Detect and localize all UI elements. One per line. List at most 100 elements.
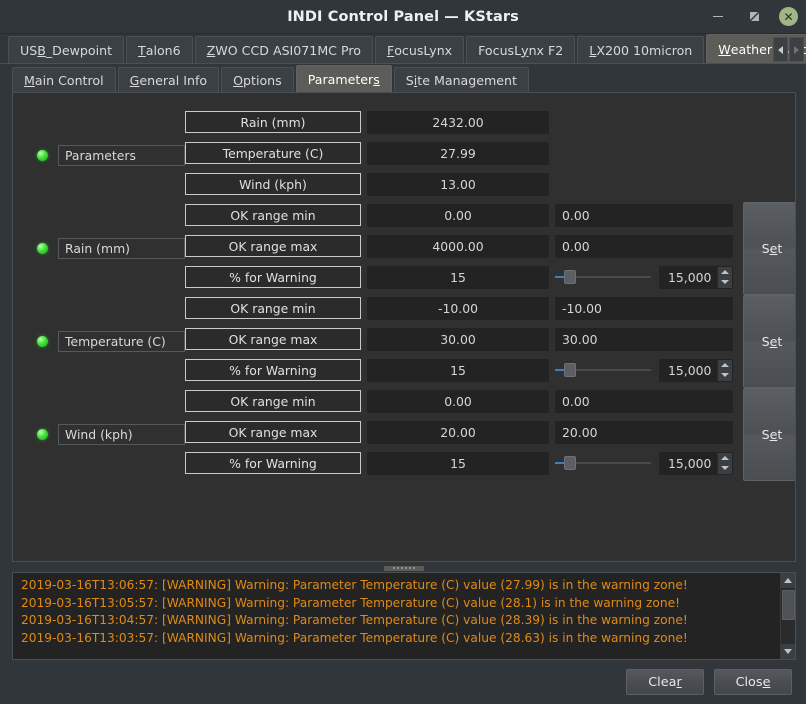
- log-line: 2019-03-16T13:03:57: [WARNING] Warning: …: [21, 630, 688, 645]
- parameter-value: 0.00: [367, 203, 549, 227]
- warning-percent-control: 15,000: [555, 265, 733, 289]
- clear-button[interactable]: Clea r: [626, 669, 704, 695]
- log-message-list[interactable]: 2019-03-16T13:06:57: [WARNING] Warning: …: [13, 573, 780, 659]
- group-rows: OK range min 0.00 0.00 OK range max 20.00 20.…: [185, 388, 733, 481]
- status-led-icon: [37, 243, 48, 254]
- property-tab-3[interactable]: Parameter s: [295, 65, 392, 92]
- parameter-input[interactable]: 30.00: [555, 327, 733, 351]
- set-button[interactable]: Set: [743, 202, 795, 295]
- parameter-value: 30.00: [367, 327, 549, 351]
- group-rows: OK range min -10.00 -10.00 OK range max 30.0…: [185, 295, 733, 388]
- device-tab-bar: US B _Dewpoint Talon6 Z WO CCD ASI071MC Pro Fo…: [0, 34, 806, 64]
- property-tab-2[interactable]: Options: [221, 67, 294, 92]
- parameter-value: 15: [367, 451, 549, 475]
- status-led-icon: [37, 150, 48, 161]
- property-tab-0[interactable]: Main Control: [12, 67, 116, 92]
- parameter-row: Temperature (C) 27.99: [185, 140, 787, 166]
- parameter-input[interactable]: 20.00: [555, 420, 733, 444]
- log-scrollbar-thumb[interactable]: [781, 590, 795, 620]
- log-scrollbar-track[interactable]: [781, 588, 796, 644]
- parameter-row: OK range min 0.00 0.00: [185, 388, 733, 414]
- group-name-label: Wind (kph): [58, 424, 185, 445]
- parameter-value: 27.99: [367, 141, 549, 165]
- parameter-row: % for Warning 15 15,000: [185, 450, 733, 476]
- parameter-value: 0.00: [367, 389, 549, 413]
- set-button[interactable]: Set: [743, 295, 795, 388]
- panel-splitter[interactable]: [12, 564, 796, 572]
- parameter-value: 15: [367, 358, 549, 382]
- warning-percent-slider[interactable]: [555, 268, 651, 286]
- log-scrollbar[interactable]: [780, 573, 795, 659]
- parameter-value: 13.00: [367, 172, 549, 196]
- warning-percent-control: 15,000: [555, 451, 733, 475]
- parameter-row: OK range min -10.00 -10.00: [185, 295, 733, 321]
- status-led-icon: [37, 336, 48, 347]
- close-icon[interactable]: ✕: [779, 7, 798, 26]
- restore-icon[interactable]: [743, 6, 765, 28]
- close-button[interactable]: Clos e: [714, 669, 792, 695]
- group-name-label: Parameters: [58, 145, 185, 166]
- parameter-row: Wind (kph) 13.00: [185, 171, 787, 197]
- property-tab-4[interactable]: Si te Management: [393, 67, 529, 92]
- device-tab-3[interactable]: FocusLynx: [374, 36, 465, 63]
- warning-percent-spinbox[interactable]: 15,000: [659, 265, 733, 289]
- title-bar: INDI Control Panel — KStars ✕: [0, 0, 806, 34]
- parameter-input[interactable]: 0.00: [555, 389, 733, 413]
- parameter-label: Wind (kph): [185, 173, 361, 195]
- parameter-label: OK range max: [185, 421, 361, 443]
- dialog-footer: Clea r Clos e: [0, 660, 806, 704]
- window-title: INDI Control Panel — KStars: [287, 8, 519, 25]
- parameter-label: OK range max: [185, 328, 361, 350]
- parameter-label: Rain (mm): [185, 111, 361, 133]
- scroll-down-icon[interactable]: [780, 644, 795, 659]
- log-line: 2019-03-16T13:04:57: [WARNING] Warning: …: [21, 613, 688, 628]
- log-line: 2019-03-16T13:05:57: [WARNING] Warning: …: [21, 595, 680, 610]
- group-header: Temperature (C): [37, 295, 185, 388]
- warning-percent-spinbox[interactable]: 15,000: [659, 451, 733, 475]
- parameter-groups: Parameters Rain (mm) 2432.00 Temperature (C…: [13, 93, 795, 481]
- parameter-input[interactable]: 0.00: [555, 234, 733, 258]
- parameter-label: OK range min: [185, 297, 361, 319]
- parameter-input[interactable]: -10.00: [555, 296, 733, 320]
- parameter-group: Wind (kph) OK range min 0.00 0.00 OK range m…: [37, 388, 795, 481]
- set-button[interactable]: Set: [743, 388, 795, 481]
- parameter-label: % for Warning: [185, 359, 361, 381]
- device-tab-1[interactable]: Talon6: [126, 36, 193, 63]
- warning-percent-slider[interactable]: [555, 454, 651, 472]
- device-tab-5[interactable]: L X200 10micron: [577, 36, 705, 63]
- spinbox-arrows-icon[interactable]: [717, 266, 732, 288]
- parameter-row: % for Warning 15 15,000: [185, 357, 733, 383]
- group-rows: OK range min 0.00 0.00 OK range max 4000.00 0…: [185, 202, 733, 295]
- parameter-value: 2432.00: [367, 110, 549, 134]
- parameter-input[interactable]: 0.00: [555, 203, 733, 227]
- log-line: 2019-03-16T13:06:57: [WARNING] Warning: …: [21, 578, 688, 592]
- parameter-group: Rain (mm) OK range min 0.00 0.00 OK range ma…: [37, 202, 795, 295]
- spinbox-arrows-icon[interactable]: [717, 452, 732, 474]
- scroll-up-icon[interactable]: [780, 573, 795, 588]
- tab-scroll-left-icon[interactable]: [773, 37, 788, 62]
- parameter-label: OK range min: [185, 390, 361, 412]
- group-header: Parameters: [37, 145, 185, 166]
- parameters-panel: Parameters Rain (mm) 2432.00 Temperature (C…: [12, 92, 796, 562]
- parameter-label: OK range min: [185, 204, 361, 226]
- parameter-label: Temperature (C): [185, 142, 361, 164]
- parameter-label: OK range max: [185, 235, 361, 257]
- warning-percent-slider[interactable]: [555, 361, 651, 379]
- parameter-row: Rain (mm) 2432.00: [185, 109, 787, 135]
- parameter-row: % for Warning 15 15,000: [185, 264, 733, 290]
- property-tab-1[interactable]: General Info: [117, 67, 220, 92]
- device-tab-0[interactable]: US B _Dewpoint: [8, 36, 125, 63]
- tab-scroll-right-icon[interactable]: [789, 37, 804, 62]
- parameter-row: OK range max 4000.00 0.00: [185, 233, 733, 259]
- spinbox-value: 15,000: [668, 362, 712, 378]
- parameter-group: Temperature (C) OK range min -10.00 -10.00 O…: [37, 295, 795, 388]
- device-tab-2[interactable]: Z WO CCD ASI071MC Pro: [194, 36, 373, 63]
- indi-control-panel-window: INDI Control Panel — KStars ✕ US B _Dewpoi…: [0, 0, 806, 704]
- warning-percent-spinbox[interactable]: 15,000: [659, 358, 733, 382]
- status-led-icon: [37, 429, 48, 440]
- parameter-row: OK range min 0.00 0.00: [185, 202, 733, 228]
- minimize-icon[interactable]: [707, 6, 729, 28]
- device-tab-4[interactable]: FocusL y nx F2: [466, 36, 576, 63]
- spinbox-value: 15,000: [668, 455, 712, 471]
- spinbox-arrows-icon[interactable]: [717, 359, 732, 381]
